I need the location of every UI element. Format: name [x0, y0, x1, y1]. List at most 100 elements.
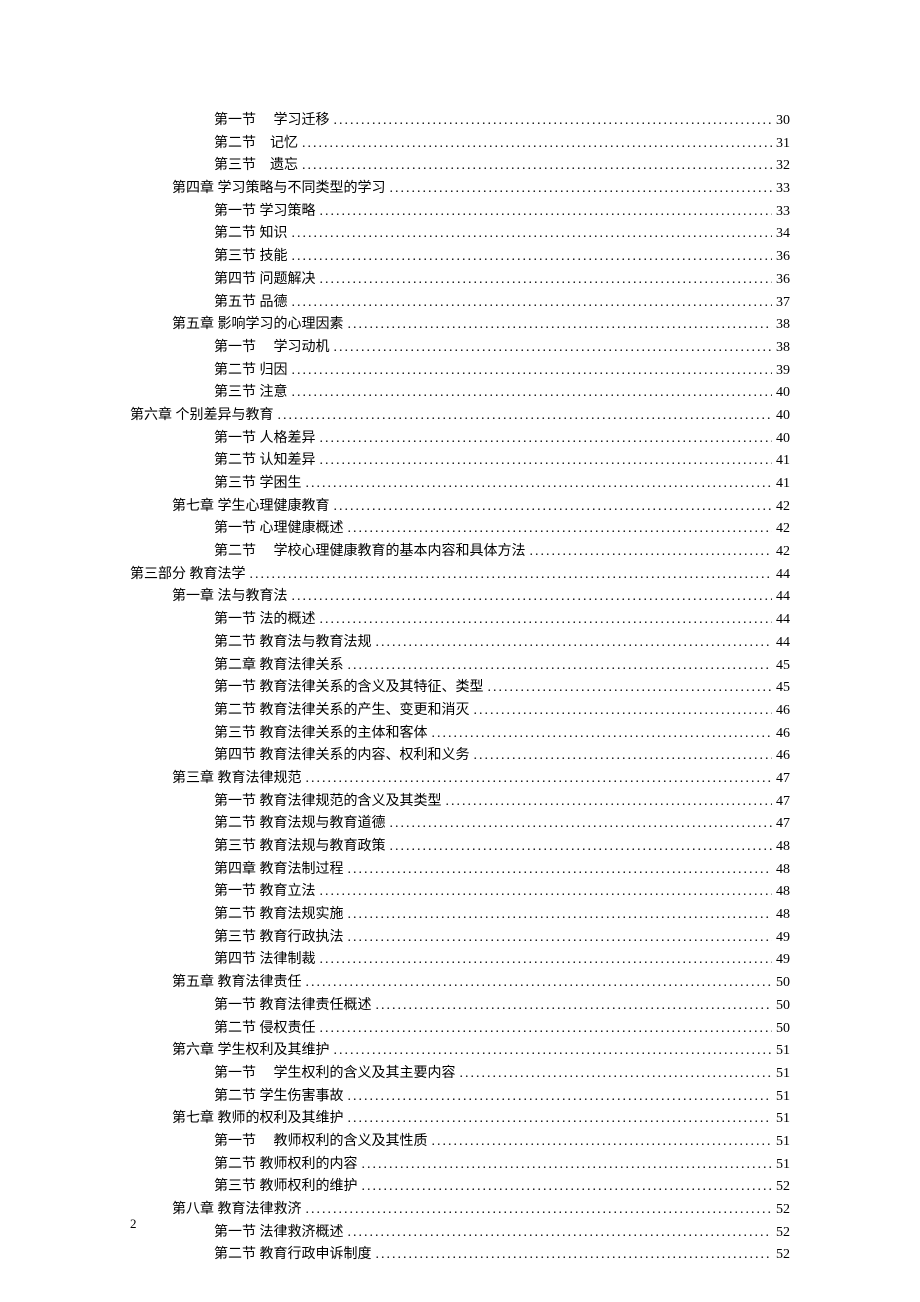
toc-entry-title: 第一节 法律救济概述: [214, 1222, 344, 1244]
toc-entry-title: 第六章 学生权利及其维护: [172, 1040, 330, 1062]
toc-leader-dots: [348, 1086, 773, 1108]
toc-entry-page: 48: [776, 881, 790, 903]
toc-leader-dots: [292, 382, 773, 404]
toc-entry-page: 39: [776, 360, 790, 382]
toc-entry-title: 第四节 法律制裁: [214, 949, 316, 971]
toc-entry: 第二节 教育法规与教育道德 47: [130, 813, 790, 835]
toc-entry-title: 第五节 品德: [214, 292, 288, 314]
toc-entry-page: 49: [776, 949, 790, 971]
toc-entry-title: 第二章 教育法律关系: [214, 655, 344, 677]
toc-leader-dots: [292, 223, 773, 245]
toc-leader-dots: [278, 405, 773, 427]
toc-leader-dots: [460, 1063, 773, 1085]
toc-entry-title: 第三节 教育法规与教育政策: [214, 836, 386, 858]
toc-entry-title: 第一节 教育法律关系的含义及其特征、类型: [214, 677, 484, 699]
toc-entry: 第二节 教师权利的内容 51: [130, 1154, 790, 1176]
toc-entry-title: 第二节 认知差异: [214, 450, 316, 472]
toc-entry: 第一节 人格差异40: [130, 428, 790, 450]
toc-entry-page: 38: [776, 314, 790, 336]
toc-entry: 第二节 教育法与教育法规44: [130, 632, 790, 654]
toc-entry-title: 第六章 个别差异与教育: [130, 405, 274, 427]
toc-entry-page: 47: [776, 813, 790, 835]
toc-entry: 第一节 心理健康概述42: [130, 518, 790, 540]
toc-entry-page: 40: [776, 428, 790, 450]
toc-leader-dots: [320, 450, 773, 472]
toc-entry-title: 第七章 教师的权利及其维护: [172, 1108, 344, 1130]
toc-entry-page: 50: [776, 1018, 790, 1040]
toc-entry: 第六章 个别差异与教育 40: [130, 405, 790, 427]
toc-entry-page: 49: [776, 927, 790, 949]
toc-entry: 第一节 教育立法48: [130, 881, 790, 903]
toc-leader-dots: [320, 949, 773, 971]
toc-entry-title: 第二节 教师权利的内容: [214, 1154, 358, 1176]
toc-entry-title: 第二节 记忆: [214, 133, 298, 155]
toc-leader-dots: [292, 360, 773, 382]
toc-entry-title: 第三节 遗忘: [214, 155, 298, 177]
toc-leader-dots: [306, 972, 773, 994]
toc-entry-page: 44: [776, 586, 790, 608]
toc-entry-title: 第三节 教育行政执法: [214, 927, 344, 949]
toc-entry-page: 45: [776, 677, 790, 699]
toc-entry-page: 51: [776, 1154, 790, 1176]
toc-entry: 第一节 教育法律责任概述50: [130, 995, 790, 1017]
toc-entry-page: 40: [776, 405, 790, 427]
toc-entry-title: 第二节 教育法规与教育道德: [214, 813, 386, 835]
toc-leader-dots: [474, 745, 773, 767]
toc-entry-title: 第二节 侵权责任: [214, 1018, 316, 1040]
toc-entry-title: 第四节 教育法律关系的内容、权利和义务: [214, 745, 470, 767]
toc-entry: 第三部分 教育法学44: [130, 564, 790, 586]
toc-entry-page: 52: [776, 1222, 790, 1244]
toc-entry-page: 51: [776, 1131, 790, 1153]
toc-entry: 第三节 遗忘32: [130, 155, 790, 177]
toc-entry-page: 51: [776, 1040, 790, 1062]
toc-entry: 第一节 教育法律规范的含义及其类型47: [130, 791, 790, 813]
toc-entry-title: 第一节 心理健康概述: [214, 518, 344, 540]
toc-entry-page: 33: [776, 201, 790, 223]
toc-entry-page: 42: [776, 541, 790, 563]
toc-entry-title: 第三部分 教育法学: [130, 564, 246, 586]
toc-entry-page: 33: [776, 178, 790, 200]
toc-entry-title: 第一节 学习策略: [214, 201, 316, 223]
toc-entry-page: 51: [776, 1108, 790, 1130]
toc-leader-dots: [292, 292, 773, 314]
toc-entry-page: 46: [776, 745, 790, 767]
toc-leader-dots: [302, 155, 772, 177]
toc-entry-page: 46: [776, 723, 790, 745]
toc-entry: 第二节 学校心理健康教育的基本内容和具体方法42: [130, 541, 790, 563]
toc-leader-dots: [302, 133, 772, 155]
toc-entry: 第三节 教育行政执法 49: [130, 927, 790, 949]
toc-leader-dots: [306, 473, 773, 495]
toc-entry-page: 52: [776, 1244, 790, 1266]
toc-entry-title: 第二节 教育法律关系的产生、变更和消灭: [214, 700, 470, 722]
toc-entry: 第二节 记忆 31: [130, 133, 790, 155]
toc-leader-dots: [334, 496, 773, 518]
toc-entry-page: 38: [776, 337, 790, 359]
toc-entry-page: 47: [776, 768, 790, 790]
toc-entry-title: 第四章 教育法制过程: [214, 859, 344, 881]
page-number: 2: [130, 1216, 137, 1232]
toc-entry: 第一节 学习策略 33: [130, 201, 790, 223]
toc-entry-page: 37: [776, 292, 790, 314]
toc-entry: 第二节 侵权责任 50: [130, 1018, 790, 1040]
toc-leader-dots: [474, 700, 773, 722]
toc-leader-dots: [306, 1199, 773, 1221]
toc-entry: 第二章 教育法律关系45: [130, 655, 790, 677]
toc-entry: 第一节 法的概述44: [130, 609, 790, 631]
toc-entry-title: 第二节 知识: [214, 223, 288, 245]
toc-entry-page: 31: [776, 133, 790, 155]
toc-leader-dots: [348, 655, 773, 677]
toc-entry: 第二节 知识34: [130, 223, 790, 245]
toc-entry: 第三节 技能36: [130, 246, 790, 268]
table-of-contents: 第一节 学习迁移30第二节 记忆31第三节 遗忘32第四章 学习策略与不同类型的…: [130, 110, 790, 1266]
toc-leader-dots: [334, 1040, 773, 1062]
toc-entry-title: 第三节 注意: [214, 382, 288, 404]
toc-entry-page: 50: [776, 995, 790, 1017]
toc-entry: 第二节 归因39: [130, 360, 790, 382]
toc-entry-page: 36: [776, 269, 790, 291]
toc-leader-dots: [334, 337, 773, 359]
toc-leader-dots: [320, 609, 773, 631]
toc-entry-page: 36: [776, 246, 790, 268]
toc-entry: 第一节 学习迁移30: [130, 110, 790, 132]
toc-entry-page: 44: [776, 632, 790, 654]
toc-entry-title: 第二节 学生伤害事故: [214, 1086, 344, 1108]
